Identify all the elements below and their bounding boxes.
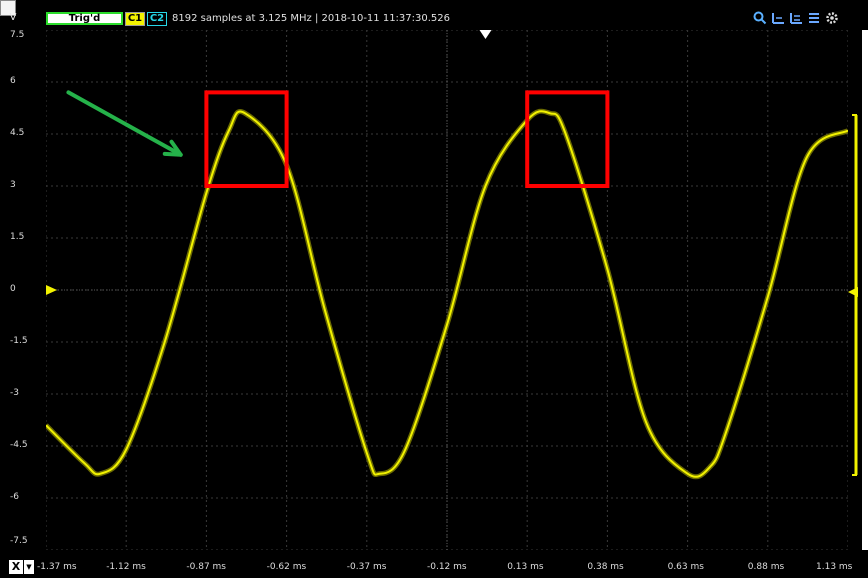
y-tick-label: -7.5 bbox=[10, 536, 28, 546]
toolbar: V Trig'd C1 C2 8192 samples at 3.125 MHz… bbox=[0, 0, 868, 30]
trigger-position-marker bbox=[479, 30, 492, 39]
acquisition-status: 8192 samples at 3.125 MHz | 2018-10-11 1… bbox=[172, 13, 451, 24]
scope-plot[interactable] bbox=[46, 30, 848, 550]
magnifier-icon[interactable] bbox=[752, 11, 768, 27]
y-tick-label: -6 bbox=[10, 492, 19, 502]
chevron-down-icon[interactable]: ▼ bbox=[24, 560, 34, 574]
oscilloscope-window: V Trig'd C1 C2 8192 samples at 3.125 MHz… bbox=[0, 0, 868, 578]
x-axis-mode-button[interactable]: X bbox=[9, 560, 23, 574]
waveform-chart bbox=[46, 30, 848, 550]
measure-icon[interactable] bbox=[806, 11, 822, 27]
annotation-arrow-shaft bbox=[66, 90, 183, 157]
channel2-button[interactable]: C2 bbox=[147, 12, 167, 26]
measure-icon[interactable] bbox=[770, 11, 786, 27]
x-tick-label: 0.38 ms bbox=[587, 562, 624, 572]
measure-icon[interactable] bbox=[788, 11, 804, 27]
units-label: V bbox=[9, 12, 17, 23]
x-tick-label: 0.13 ms bbox=[507, 562, 544, 572]
x-tick-label: -0.37 ms bbox=[346, 562, 387, 572]
zero-level-marker bbox=[46, 285, 57, 295]
y-tick-label: -3 bbox=[10, 388, 19, 398]
y-tick-label: 0 bbox=[10, 284, 16, 294]
y-tick-label: -1.5 bbox=[10, 336, 28, 346]
channel1-button[interactable]: C1 bbox=[125, 12, 145, 26]
scrollbar-edge[interactable] bbox=[862, 30, 868, 550]
y-tick-label: 3 bbox=[10, 180, 16, 190]
x-tick-label: -0.12 ms bbox=[427, 562, 467, 572]
x-tick-label: 0.88 ms bbox=[747, 562, 785, 572]
x-tick-label: 1.13 ms bbox=[816, 562, 853, 572]
y-tick-label: 7.5 bbox=[10, 30, 25, 40]
y-tick-label: 1.5 bbox=[10, 232, 25, 242]
y-tick-label: 6 bbox=[10, 76, 16, 86]
x-tick-label: -0.62 ms bbox=[266, 562, 307, 572]
x-tick-label: -1.37 ms bbox=[37, 562, 77, 572]
y-tick-label: 4.5 bbox=[10, 128, 25, 138]
x-tick-label: -0.87 ms bbox=[186, 562, 226, 572]
gear-icon[interactable] bbox=[824, 11, 840, 27]
x-tick-label: 0.63 ms bbox=[667, 562, 704, 572]
trigger-status-button[interactable]: Trig'd bbox=[46, 12, 123, 25]
y-tick-label: -4.5 bbox=[10, 440, 28, 450]
x-tick-label: -1.12 ms bbox=[106, 562, 146, 572]
y-axis: 7.5 6 4.5 3 1.5 0 -1.5 -3 -4.5 -6 -7.5 bbox=[0, 30, 46, 550]
